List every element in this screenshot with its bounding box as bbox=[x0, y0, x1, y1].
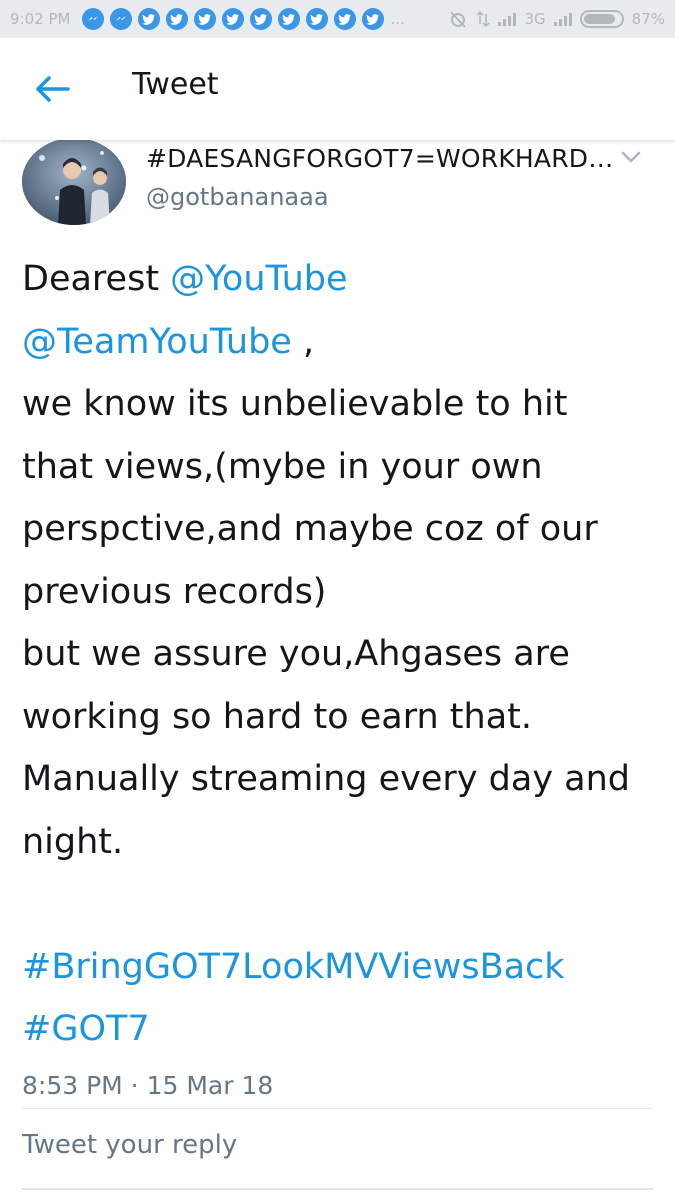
tweet-line: working so hard to earn that. bbox=[22, 696, 532, 737]
tweet-text-fragment: Dearest bbox=[22, 259, 171, 299]
status-right: 3G 87% bbox=[448, 9, 665, 29]
signal-strength-icon bbox=[498, 12, 517, 26]
twitter-icon bbox=[362, 8, 385, 30]
tweet-line: but we assure you,Ahgases are bbox=[22, 634, 570, 674]
tweet-line: @TeamYouTube , bbox=[22, 311, 662, 374]
tweet-text: Dearest @YouTube @TeamYouTube , we know … bbox=[22, 248, 662, 1061]
twitter-icon bbox=[166, 8, 189, 30]
user-handle[interactable]: @gotbananaaa bbox=[146, 183, 616, 211]
app-bar: Tweet bbox=[0, 38, 675, 140]
tweet-text-fragment: , bbox=[291, 321, 315, 362]
twitter-icon bbox=[250, 8, 273, 30]
tweet-options-button[interactable] bbox=[618, 144, 644, 170]
tweet-line: #BringGOT7LookMVViewsBack bbox=[22, 936, 662, 999]
hashtag-link[interactable]: #GOT7 bbox=[22, 1009, 150, 1049]
twitter-icon bbox=[278, 8, 301, 30]
tweet-timestamp: 8:53 PM · 15 Mar 18 bbox=[22, 1071, 274, 1100]
avatar-image bbox=[22, 138, 126, 225]
back-button[interactable] bbox=[22, 59, 82, 119]
tweet-header: #DAESANGFORGOT7=WORKHARD… @gotbananaaa bbox=[22, 138, 662, 230]
twitter-icon bbox=[138, 8, 161, 30]
messenger-icon bbox=[110, 8, 133, 30]
page-title: Tweet bbox=[132, 66, 219, 102]
battery-icon bbox=[579, 10, 624, 28]
more-notifications-ellipsis: ... bbox=[390, 10, 405, 28]
reply-input[interactable]: Tweet your reply bbox=[22, 1130, 653, 1180]
chevron-down-icon bbox=[621, 151, 641, 163]
twitter-icon bbox=[194, 8, 217, 30]
display-name[interactable]: #DAESANGFORGOT7=WORKHARD… bbox=[146, 144, 616, 173]
twitter-icon bbox=[222, 8, 245, 30]
mention-link[interactable]: @TeamYouTube bbox=[22, 322, 292, 362]
tweet-line: perspctive,and maybe coz of our bbox=[22, 509, 598, 549]
mention-link[interactable]: @YouTube bbox=[170, 259, 347, 299]
author-info: #DAESANGFORGOT7=WORKHARD… @gotbananaaa bbox=[146, 144, 616, 230]
reply-underline bbox=[22, 1188, 653, 1190]
battery-level bbox=[583, 14, 615, 24]
tweet-line: we know its unbelievable to hit bbox=[22, 384, 568, 424]
network-type: 3G bbox=[524, 10, 546, 28]
alarm-off-icon bbox=[450, 11, 467, 28]
hashtag-link[interactable]: #BringGOT7LookMVViewsBack bbox=[22, 947, 565, 987]
tweet-line: #GOT7 bbox=[22, 998, 662, 1061]
tweet-line: Dearest @YouTube bbox=[22, 248, 662, 311]
status-time: 9:02 PM bbox=[10, 10, 71, 28]
arrow-left-icon bbox=[36, 76, 70, 102]
twitter-icon bbox=[334, 8, 357, 30]
tweet-line: previous records) bbox=[22, 571, 327, 612]
messenger-icon bbox=[82, 8, 105, 30]
tweet-line: Manually streaming every day and bbox=[22, 759, 631, 799]
status-left: 9:02 PM ... bbox=[10, 8, 405, 30]
signal-strength-icon bbox=[553, 12, 572, 26]
tweet-line: that views,(mybe in your own bbox=[22, 446, 543, 487]
data-transfer-icon bbox=[476, 10, 491, 28]
status-bar: 9:02 PM ... 3G 87% bbox=[0, 0, 675, 38]
twitter-icon bbox=[306, 8, 329, 30]
divider bbox=[22, 1108, 653, 1109]
battery-percent: 87% bbox=[631, 10, 665, 28]
avatar[interactable] bbox=[22, 138, 126, 225]
tweet-line: night. bbox=[22, 821, 124, 862]
